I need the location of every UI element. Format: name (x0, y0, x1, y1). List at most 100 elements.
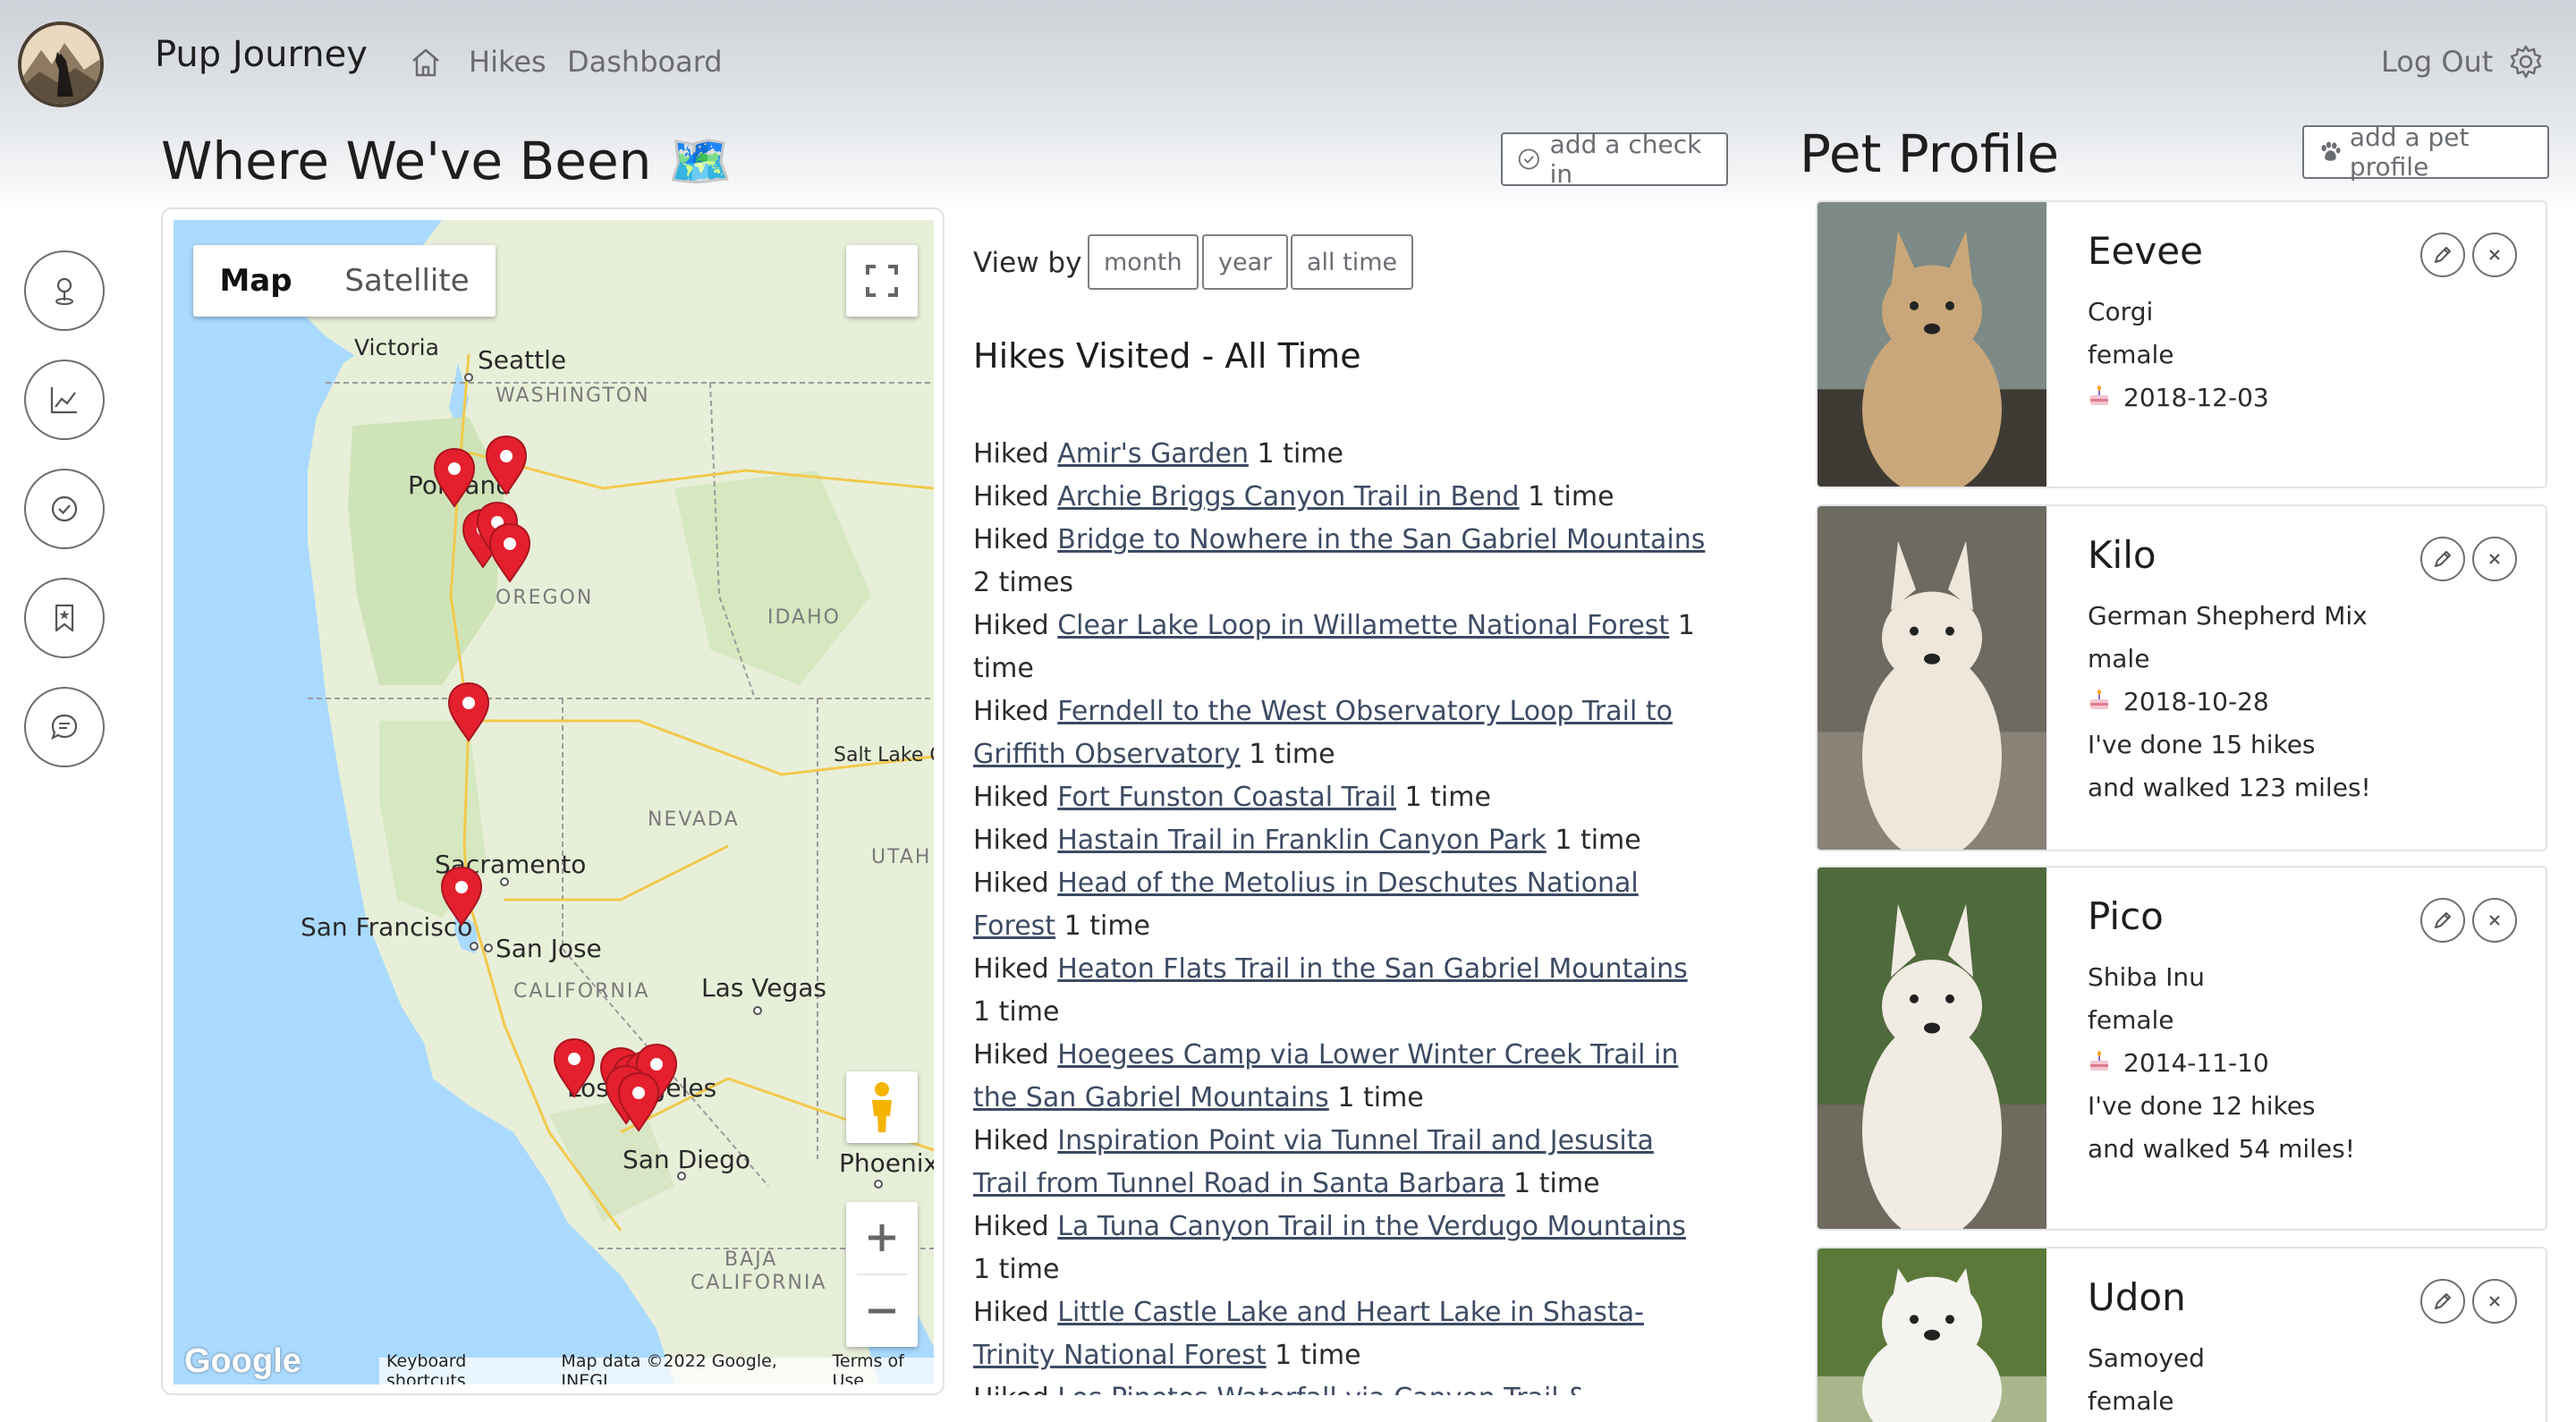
pet-birthday: 2014-11-10 (2088, 1048, 2269, 1078)
where-weve-been-title: Where We've Been 🗺️ (161, 131, 733, 191)
hike-list-item: Hiked Amir's Garden 1 time (973, 433, 1707, 476)
delete-pet-button[interactable] (2472, 898, 2517, 943)
hike-marker[interactable] (448, 682, 489, 741)
hike-count: 1 time (1395, 782, 1491, 813)
terms-of-use-link[interactable]: Terms of Use (833, 1351, 935, 1384)
pencil-icon (2435, 247, 2451, 263)
hike-prefix: Hiked (973, 825, 1058, 856)
logout-link[interactable]: Log Out (2381, 45, 2493, 79)
map-card: Victoria Seattle WASHINGTON Portland ORE… (161, 207, 945, 1395)
hike-prefix: Hiked (973, 481, 1058, 512)
pet-name: Udon (2088, 1275, 2186, 1319)
hike-marker[interactable] (554, 1038, 595, 1097)
hike-link[interactable]: Fort Funston Coastal Trail (1057, 782, 1396, 813)
zoom-control (846, 1202, 918, 1347)
pet-gender: male (2088, 644, 2150, 673)
pet-hike-count: I've done 12 hikes (2088, 1091, 2316, 1121)
hike-marker[interactable] (486, 436, 527, 495)
hike-marker[interactable] (441, 867, 482, 926)
hike-prefix: Hiked (973, 610, 1058, 641)
pet-birthday-value: 2014-11-10 (2123, 1048, 2269, 1078)
edit-pet-button[interactable] (2420, 1279, 2465, 1324)
hike-link[interactable]: Clear Lake Loop in Willamette National F… (1057, 610, 1669, 641)
logo[interactable] (18, 21, 104, 107)
edit-pet-button[interactable] (2420, 233, 2465, 277)
zoom-out-button[interactable] (866, 1275, 898, 1347)
close-icon (2489, 250, 2500, 260)
hike-marker[interactable] (434, 448, 475, 507)
paw-icon (2321, 141, 2341, 161)
rail-bookmark-button[interactable] (24, 578, 105, 658)
birthday-cake-icon (2090, 1051, 2108, 1071)
delete-pet-button[interactable] (2472, 1279, 2517, 1324)
nav-link-dashboard[interactable]: Dashboard (567, 45, 723, 79)
edit-pet-button[interactable] (2420, 898, 2465, 943)
rail-check-button[interactable] (24, 469, 105, 549)
pet-card: Udon Samoyed female (1816, 1247, 2547, 1422)
pet-hike-count: I've done 15 hikes (2088, 730, 2316, 759)
view-by-all-time-button[interactable]: all time (1291, 234, 1414, 290)
chart-icon (50, 387, 77, 414)
plus-icon (869, 1224, 895, 1251)
pet-photo (1818, 1248, 2046, 1422)
view-by-month-button[interactable]: month (1088, 234, 1199, 290)
street-view-pegman[interactable] (846, 1071, 918, 1143)
fullscreen-button[interactable] (846, 245, 918, 317)
map-type-control: Map Satellite (193, 245, 496, 317)
hike-count: 1 time (1249, 438, 1343, 470)
delete-pet-button[interactable] (2472, 233, 2517, 277)
hike-link[interactable]: Archie Briggs Canyon Trail in Bend (1057, 481, 1519, 512)
add-check-in-button[interactable]: add a check in (1501, 130, 1728, 189)
pet-birthday: 2018-10-28 (2088, 687, 2269, 716)
hike-link[interactable]: Bridge to Nowhere in the San Gabriel Mou… (1057, 524, 1705, 555)
hike-list-item: Hiked Archie Briggs Canyon Trail in Bend… (973, 476, 1707, 519)
minus-icon (869, 1308, 895, 1314)
pet-name: Pico (2088, 894, 2164, 938)
home-icon[interactable] (408, 45, 444, 80)
close-icon (2489, 915, 2500, 926)
pencil-icon (2435, 551, 2451, 567)
edit-pet-button[interactable] (2420, 537, 2465, 581)
hike-list-item: Hiked Heaton Flats Trail in the San Gabr… (973, 948, 1707, 1034)
pet-breed: Samoyed (2088, 1343, 2205, 1373)
pet-profile-title: Pet Profile (1800, 123, 2060, 184)
view-by-year-button[interactable]: year (1202, 234, 1289, 290)
hike-list-item: Hiked Fort Funston Coastal Trail 1 time (973, 776, 1707, 819)
map-type-map-button[interactable]: Map (193, 245, 318, 317)
pet-birthday: 2018-12-03 (2088, 383, 2269, 412)
hike-link[interactable]: Heaton Flats Trail in the San Gabriel Mo… (1057, 953, 1688, 985)
hike-link[interactable]: La Tuna Canyon Trail in the Verdugo Moun… (1057, 1211, 1686, 1242)
hike-link[interactable]: Los Pinetos Waterfall via Canyon Trail &… (973, 1383, 1588, 1395)
rail-map-pin-button[interactable] (24, 250, 105, 331)
pet-photo (1818, 506, 2046, 850)
hike-link[interactable]: Hoegees Camp via Lower Winter Creek Trai… (973, 1039, 1678, 1113)
google-map[interactable]: Victoria Seattle WASHINGTON Portland ORE… (174, 220, 934, 1384)
hike-link[interactable]: Amir's Garden (1057, 438, 1249, 470)
hike-prefix: Hiked (973, 1211, 1058, 1242)
pet-miles: and walked 54 miles! (2088, 1134, 2355, 1164)
pet-card: Kilo German Shepherd Mix male 2018-10-28 I'v… (1816, 504, 2547, 851)
rail-chat-button[interactable] (24, 687, 105, 767)
pegman-icon (872, 1082, 892, 1132)
rail-chart-button[interactable] (24, 360, 105, 440)
bookmark-icon (55, 604, 74, 632)
add-pet-profile-button[interactable]: add a pet profile (2302, 123, 2549, 182)
fullscreen-icon (866, 265, 898, 297)
chat-icon (51, 714, 78, 741)
delete-pet-button[interactable] (2472, 537, 2517, 581)
hike-prefix: Hiked (973, 1383, 1057, 1395)
keyboard-shortcuts-link[interactable]: Keyboard shortcuts (386, 1351, 539, 1384)
pet-breed: Corgi (2088, 297, 2154, 326)
zoom-in-button[interactable] (866, 1202, 898, 1274)
gear-icon[interactable] (2507, 43, 2545, 80)
close-icon (2489, 1296, 2500, 1307)
pet-miles: and walked 123 miles! (2088, 773, 2371, 802)
brand-title[interactable]: Pup Journey (155, 34, 368, 75)
hike-marker[interactable] (489, 523, 530, 582)
hike-prefix: Hiked (973, 782, 1058, 813)
hikes-visited-heading: Hikes Visited - All Time (973, 336, 1361, 376)
hikes-visited-list: Hiked Amir's Garden 1 time Hiked Archie B… (973, 433, 1707, 1395)
map-type-satellite-button[interactable]: Satellite (318, 245, 496, 317)
nav-link-hikes[interactable]: Hikes (469, 45, 547, 79)
hike-link[interactable]: Hastain Trail in Franklin Canyon Park (1057, 825, 1546, 856)
